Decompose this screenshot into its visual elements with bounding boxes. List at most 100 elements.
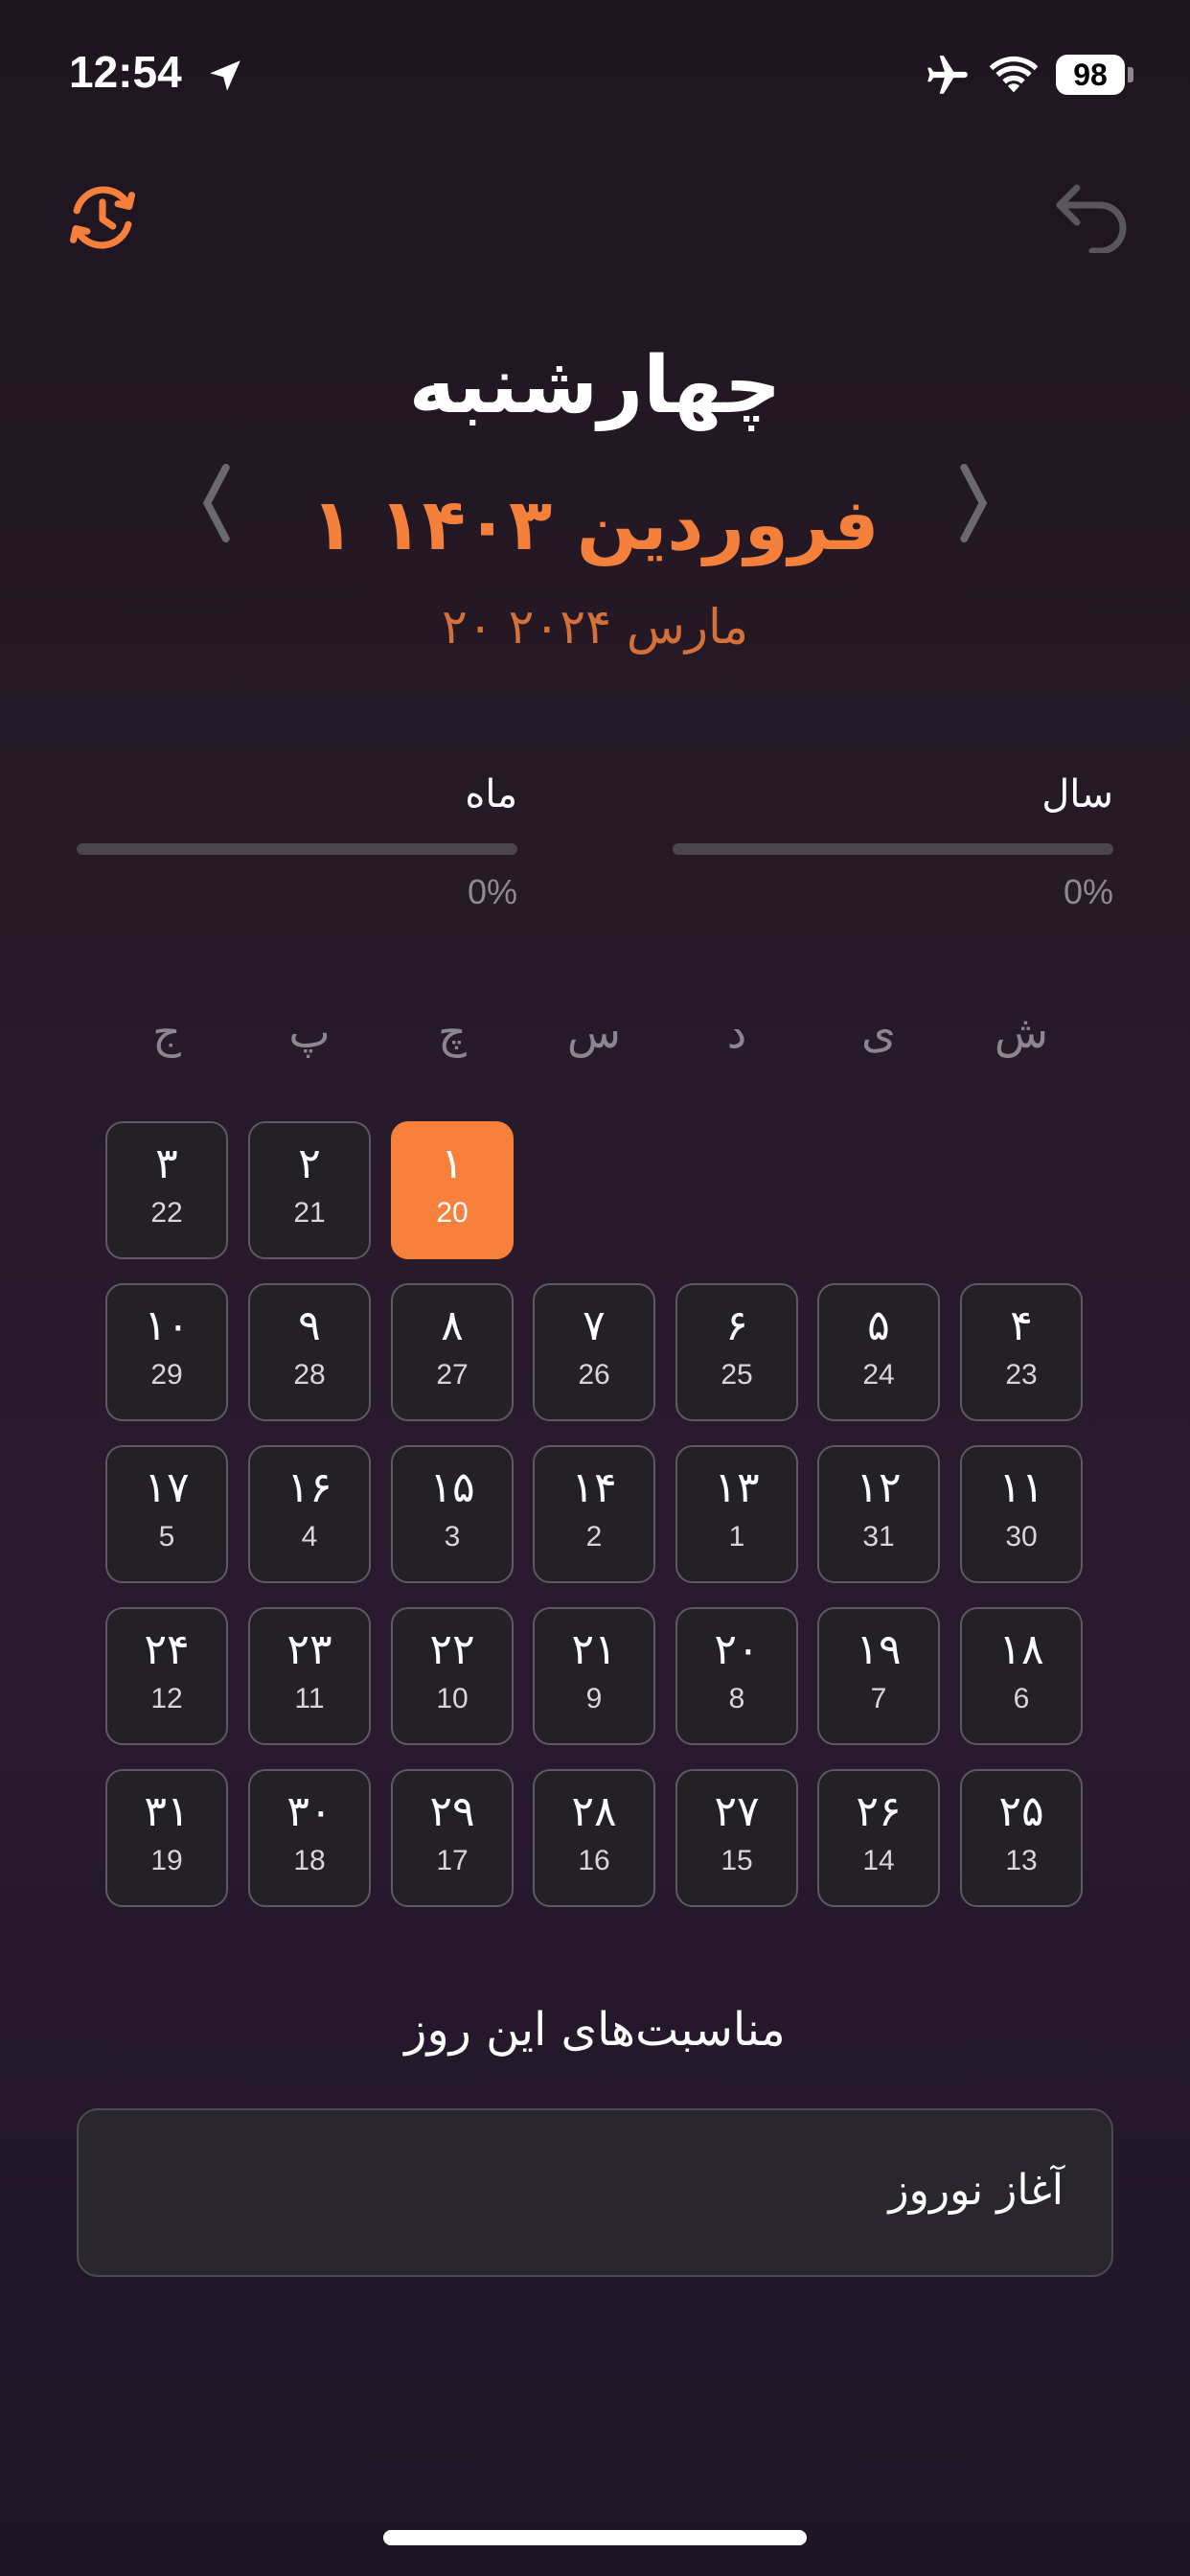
day-cell[interactable]: ۱۱ 30	[960, 1445, 1083, 1583]
day-cell[interactable]: ۲۰ 8	[675, 1607, 798, 1745]
persian-day-number: ۱	[441, 1139, 464, 1188]
day-cell[interactable]: ۱۷ 5	[105, 1445, 228, 1583]
persian-day-number: ۲۵	[998, 1787, 1044, 1836]
gregorian-day-number: 30	[1005, 1521, 1038, 1552]
gregorian-day-number: 28	[293, 1359, 326, 1391]
weekday-header: چ	[438, 1006, 467, 1058]
day-cell[interactable]: ۷ 26	[533, 1283, 655, 1421]
day-cell-selected[interactable]: ۱ 20	[391, 1121, 514, 1259]
month-progress-bar	[77, 843, 517, 855]
gregorian-day-number: 1	[728, 1521, 745, 1552]
gregorian-day-number: 20	[436, 1197, 469, 1229]
day-cell[interactable]: ۶ 25	[675, 1283, 798, 1421]
day-cell[interactable]: ۲۴ 12	[105, 1607, 228, 1745]
day-cell[interactable]: ۱۰ 29	[105, 1283, 228, 1421]
gregorian-day-number: 2	[585, 1521, 603, 1552]
day-cell[interactable]: ۸ 27	[391, 1283, 514, 1421]
home-indicator[interactable]	[383, 2530, 807, 2545]
gregorian-day-number: 24	[862, 1359, 895, 1391]
weekday-header: س	[566, 1006, 622, 1058]
day-cell[interactable]: ۲۵ 13	[960, 1769, 1083, 1907]
gregorian-day-number: 5	[158, 1521, 175, 1552]
battery-cap	[1128, 67, 1133, 82]
weekday-header: ش	[994, 1006, 1049, 1058]
persian-day-number: ۸	[441, 1301, 464, 1350]
gregorian-day-number: 4	[301, 1521, 318, 1552]
day-cell[interactable]: ۲ 21	[248, 1121, 371, 1259]
day-cell[interactable]: ۱۸ 6	[960, 1607, 1083, 1745]
weekday-header: پ	[288, 1006, 331, 1058]
day-cell[interactable]: ۱۳ 1	[675, 1445, 798, 1583]
gregorian-day-number: 21	[293, 1197, 326, 1229]
gregorian-day-number: 29	[150, 1359, 183, 1391]
day-cell[interactable]: ۵ 24	[817, 1283, 940, 1421]
persian-day-number: ۲۲	[429, 1625, 475, 1674]
undo-icon[interactable]	[1054, 180, 1131, 253]
event-item: آغاز نوروز	[888, 2166, 1064, 2215]
day-cell[interactable]: ۲۸ 16	[533, 1769, 655, 1907]
jalali-date: ۱ فروردین ۱۴۰۳	[310, 484, 880, 566]
day-cell[interactable]: ۱۴ 2	[533, 1445, 655, 1583]
gregorian-day-number: 11	[294, 1683, 325, 1714]
persian-day-number: ۲	[298, 1139, 321, 1188]
day-cell[interactable]: ۲۷ 15	[675, 1769, 798, 1907]
persian-day-number: ۱۱	[998, 1463, 1044, 1512]
gregorian-date: ۲۰ مارس ۲۰۲۴	[441, 599, 749, 655]
persian-day-number: ۱۲	[856, 1463, 902, 1512]
persian-day-number: ۱۸	[998, 1625, 1044, 1674]
gregorian-day-number: 3	[444, 1521, 461, 1552]
persian-day-number: ۳	[155, 1139, 178, 1188]
month-progress-label: ماه	[465, 772, 517, 816]
persian-day-number: ۱۷	[144, 1463, 190, 1512]
persian-day-number: ۱۴	[571, 1463, 617, 1512]
gregorian-day-number: 12	[150, 1683, 183, 1714]
persian-day-number: ۱۶	[286, 1463, 332, 1512]
event-card[interactable]: آغاز نوروز	[77, 2108, 1113, 2277]
persian-day-number: ۱۵	[429, 1463, 475, 1512]
gregorian-day-number: 22	[150, 1197, 183, 1229]
weekday-header: د	[726, 1006, 747, 1058]
persian-day-number: ۲۳	[286, 1625, 332, 1674]
airplane-icon	[927, 56, 968, 94]
persian-day-number: ۲۰	[714, 1625, 760, 1674]
day-cell[interactable]: ۲۶ 14	[817, 1769, 940, 1907]
gregorian-day-number: 31	[862, 1521, 895, 1552]
gregorian-day-number: 7	[870, 1683, 887, 1714]
day-cell[interactable]: ۲۱ 9	[533, 1607, 655, 1745]
day-cell[interactable]: ۱۵ 3	[391, 1445, 514, 1583]
persian-day-number: ۲۱	[571, 1625, 617, 1674]
persian-day-number: ۷	[583, 1301, 606, 1350]
day-cell[interactable]: ۱۶ 4	[248, 1445, 371, 1583]
day-cell[interactable]: ۴ 23	[960, 1283, 1083, 1421]
persian-day-number: ۲۴	[144, 1625, 190, 1674]
persian-day-number: ۱۹	[856, 1625, 902, 1674]
gregorian-day-number: 23	[1005, 1359, 1038, 1391]
gregorian-day-number: 8	[728, 1683, 745, 1714]
day-cell[interactable]: ۲۹ 17	[391, 1769, 514, 1907]
day-cell[interactable]: ۳ 22	[105, 1121, 228, 1259]
day-cell[interactable]: ۲۲ 10	[391, 1607, 514, 1745]
day-cell[interactable]: ۱۲ 31	[817, 1445, 940, 1583]
weekday-header: ج	[152, 1006, 181, 1058]
day-cell[interactable]: ۳۱ 19	[105, 1769, 228, 1907]
chevron-right-icon[interactable]	[954, 462, 993, 544]
persian-day-number: ۲۶	[856, 1787, 902, 1836]
day-cell[interactable]: ۲۳ 11	[248, 1607, 371, 1745]
weekday-title: چهارشنبه	[408, 340, 782, 431]
day-cell[interactable]: ۹ 28	[248, 1283, 371, 1421]
year-progress-bar	[673, 843, 1113, 855]
gregorian-day-number: 13	[1005, 1845, 1038, 1876]
day-cell[interactable]: ۳۰ 18	[248, 1769, 371, 1907]
month-progress-percent: 0%	[467, 872, 517, 911]
history-clock-icon[interactable]	[61, 176, 144, 259]
persian-day-number: ۲۷	[714, 1787, 760, 1836]
gregorian-day-number: 17	[436, 1845, 469, 1876]
gregorian-day-number: 19	[150, 1845, 183, 1876]
persian-day-number: ۱۳	[714, 1463, 760, 1512]
day-cell[interactable]: ۱۹ 7	[817, 1607, 940, 1745]
persian-day-number: ۴	[1010, 1301, 1033, 1350]
gregorian-day-number: 15	[721, 1845, 753, 1876]
gregorian-day-number: 9	[585, 1683, 603, 1714]
gregorian-day-number: 6	[1013, 1683, 1030, 1714]
gregorian-day-number: 25	[721, 1359, 753, 1391]
